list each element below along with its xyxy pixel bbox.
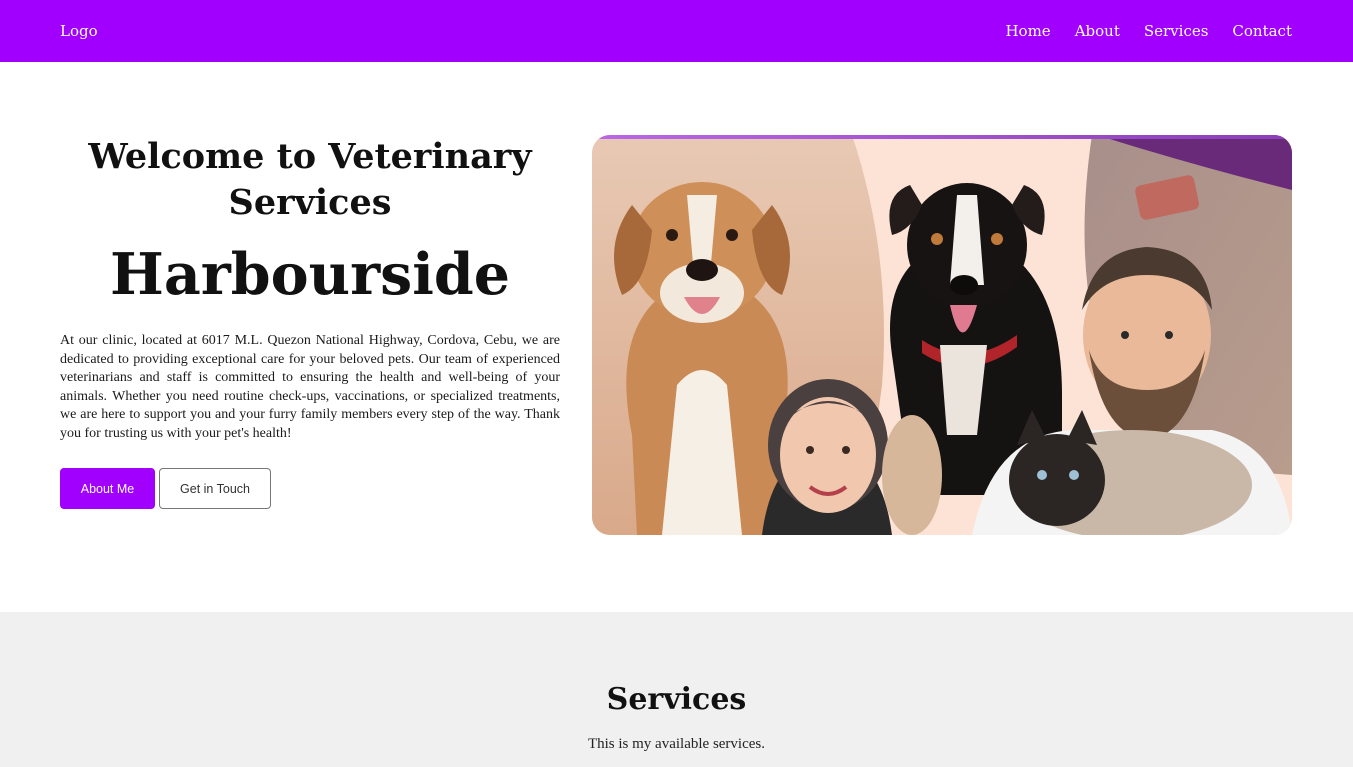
hero-brand-name: Harbourside — [109, 241, 511, 308]
dog-left — [614, 182, 790, 535]
small-pet — [882, 415, 942, 535]
services-title: Services — [606, 682, 747, 717]
nav-link-services[interactable]: Services — [1144, 22, 1209, 40]
services-section: Services This is my available services. — [0, 612, 1353, 767]
hero-illustration — [592, 135, 1292, 535]
about-me-button[interactable]: About Me — [60, 468, 155, 509]
nav-link-contact[interactable]: Contact — [1232, 22, 1292, 40]
hero-text-block: Welcome to Veterinary Services Harboursi… — [60, 134, 560, 509]
logo-link[interactable]: Logo — [60, 22, 98, 40]
nav-link-home[interactable]: Home — [1005, 22, 1050, 40]
nav-links: Home About Services Contact — [1005, 22, 1292, 40]
navbar: Logo Home About Services Contact — [0, 0, 1353, 62]
hero-description: At our clinic, located at 6017 M.L. Quez… — [60, 333, 560, 441]
hero-image-vets-with-pets — [592, 135, 1292, 535]
hero-buttons: About Me Get in Touch — [60, 468, 560, 509]
services-subtitle: This is my available services. — [587, 736, 766, 752]
get-in-touch-button[interactable]: Get in Touch — [159, 468, 271, 509]
hero-title: Welcome to Veterinary Services — [88, 136, 532, 223]
nav-link-about[interactable]: About — [1075, 22, 1120, 40]
hero-section: Welcome to Veterinary Services Harboursi… — [0, 62, 1353, 612]
